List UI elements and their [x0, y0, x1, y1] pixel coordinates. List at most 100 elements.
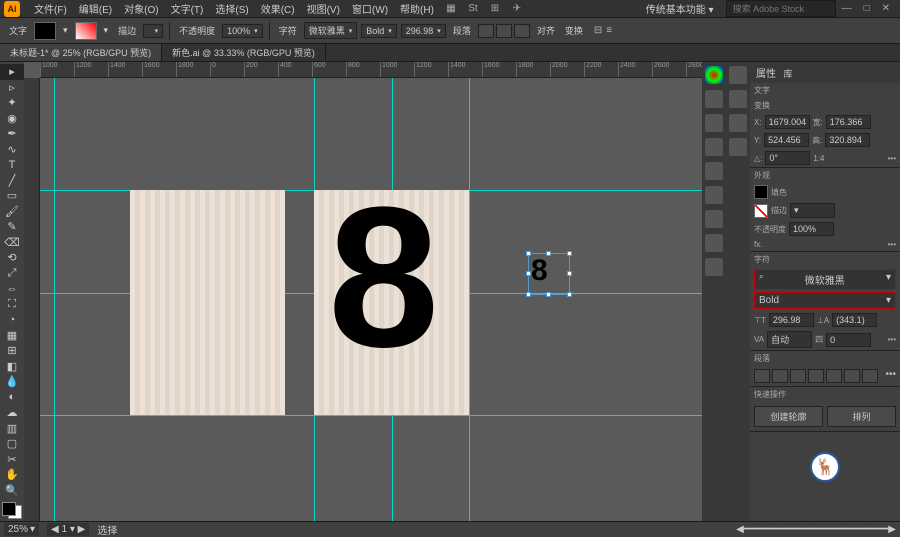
brushes-panel-icon[interactable]: [705, 114, 723, 132]
rect-tool[interactable]: ▭: [0, 188, 24, 204]
hand-tool[interactable]: ✋: [0, 467, 24, 483]
para-justify-center[interactable]: [826, 369, 842, 383]
menu-edit[interactable]: 编辑(E): [73, 1, 118, 16]
guide-v[interactable]: [469, 78, 470, 521]
gradient-tool[interactable]: ◧: [0, 359, 24, 375]
minimize-button[interactable]: —: [836, 3, 858, 14]
nav-dd[interactable]: ◀ 1 ▾ ▶: [47, 523, 89, 536]
artboards-icon[interactable]: [729, 138, 747, 156]
curvature-tool[interactable]: ∿: [0, 142, 24, 158]
menu-view[interactable]: 视图(V): [301, 1, 346, 16]
tracking-input[interactable]: 0: [826, 333, 871, 347]
x-input[interactable]: 1679.004: [765, 115, 810, 129]
wand-tool[interactable]: ✦: [0, 95, 24, 111]
leading-input[interactable]: (343.1): [832, 313, 877, 327]
direct-select-tool[interactable]: ▹: [0, 80, 24, 96]
para-align-right[interactable]: [790, 369, 806, 383]
color-panel-icon[interactable]: [705, 66, 723, 84]
para-align-left[interactable]: [754, 369, 770, 383]
shaper-tool[interactable]: ✎: [0, 219, 24, 235]
actions-icon[interactable]: [729, 90, 747, 108]
create-outlines-button[interactable]: 创建轮廓: [754, 406, 823, 427]
w-input[interactable]: 176.366: [826, 115, 871, 129]
guide-h[interactable]: [40, 415, 702, 416]
libraries-icon[interactable]: [729, 66, 747, 84]
zoom-dd[interactable]: 25%▾: [4, 523, 39, 536]
fill-color[interactable]: [754, 185, 768, 199]
mesh-tool[interactable]: ⊞: [0, 343, 24, 359]
para-justify-left[interactable]: [808, 369, 824, 383]
para-justify-all[interactable]: [862, 369, 878, 383]
blend-tool[interactable]: ◐: [0, 390, 24, 406]
opacity-input[interactable]: 100%: [789, 222, 834, 236]
fill-stroke-swatch[interactable]: [2, 502, 22, 519]
rotate-tool[interactable]: ⟲: [0, 250, 24, 266]
search-input[interactable]: 搜索 Adobe Stock: [726, 0, 836, 17]
fx-label[interactable]: fx.: [754, 240, 762, 249]
guide-v[interactable]: [54, 78, 55, 521]
graph-tool[interactable]: ▥: [0, 421, 24, 437]
stroke-color[interactable]: [754, 204, 768, 218]
stroke-swatch[interactable]: [75, 22, 97, 40]
scroll-track[interactable]: ◀━━━━━━━━━━━━━━━━━━━━━━━━▶: [736, 524, 896, 535]
scale-tool[interactable]: ⤢: [0, 266, 24, 282]
align-right-icon[interactable]: [514, 24, 530, 38]
ruler-vertical[interactable]: [24, 78, 40, 521]
line-tool[interactable]: ╱: [0, 173, 24, 189]
para-justify-right[interactable]: [844, 369, 860, 383]
canvas-area[interactable]: 1000120014001600180002004006008001000120…: [24, 62, 702, 521]
font-weight-dd[interactable]: Bold▾: [754, 292, 896, 309]
gradient-panel-icon[interactable]: [705, 186, 723, 204]
eraser-tool[interactable]: ⌫: [0, 235, 24, 251]
arrange-button[interactable]: 排列: [827, 406, 896, 427]
angle-input[interactable]: 0°: [765, 151, 810, 165]
perspective-tool[interactable]: ▦: [0, 328, 24, 344]
arrange-icon[interactable]: ⊞: [487, 1, 503, 17]
maximize-button[interactable]: □: [858, 3, 876, 14]
bridge-icon[interactable]: ▦: [443, 1, 459, 17]
y-input[interactable]: 524.456: [764, 133, 809, 147]
width-tool[interactable]: ⇔: [0, 281, 24, 297]
menu-effect[interactable]: 效果(C): [255, 1, 301, 16]
stroke-w-input[interactable]: ▾: [790, 203, 835, 218]
font-dd[interactable]: 微软雅黑: [304, 22, 358, 39]
menu-file[interactable]: 文件(F): [28, 1, 73, 16]
shape-builder-tool[interactable]: ◔: [0, 312, 24, 328]
opacity-dd[interactable]: 100%: [222, 24, 263, 38]
menu-object[interactable]: 对象(O): [118, 1, 164, 16]
artboard-tool[interactable]: ▢: [0, 436, 24, 452]
stroke-panel-icon[interactable]: [705, 162, 723, 180]
align-link[interactable]: 对齐: [534, 24, 558, 37]
menu-help[interactable]: 帮助(H): [394, 1, 440, 16]
swatches-panel-icon[interactable]: [705, 90, 723, 108]
menu-window[interactable]: 窗口(W): [346, 1, 394, 16]
symbol-tool[interactable]: ☁: [0, 405, 24, 421]
menu-type[interactable]: 文字(T): [165, 1, 210, 16]
tab-doc-1[interactable]: 未标题-1* @ 25% (RGB/GPU 预览): [0, 44, 162, 61]
send-icon[interactable]: ✈: [509, 1, 525, 17]
free-transform-tool[interactable]: ⛶: [0, 297, 24, 313]
text-object-large[interactable]: 8: [328, 178, 439, 378]
stroke-weight-dd[interactable]: [143, 24, 163, 38]
eyedropper-tool[interactable]: 💧: [0, 374, 24, 390]
brush-tool[interactable]: 🖌: [0, 204, 24, 220]
kerning-input[interactable]: 自动: [767, 331, 812, 348]
menu-select[interactable]: 选择(S): [209, 1, 254, 16]
pen-tool[interactable]: ✒: [0, 126, 24, 142]
slice-tool[interactable]: ✂: [0, 452, 24, 468]
font-family-dd[interactable]: ⌕微软雅黑▾: [754, 269, 896, 290]
para-link[interactable]: 段落: [450, 24, 474, 37]
tab-doc-2[interactable]: 新色.ai @ 33.33% (RGB/GPU 预览): [162, 44, 326, 61]
panel-menu-icon[interactable]: ≡: [606, 25, 612, 36]
transform-link[interactable]: 变换: [562, 24, 586, 37]
symbols-panel-icon[interactable]: [705, 138, 723, 156]
align-center-icon[interactable]: [496, 24, 512, 38]
type-tool[interactable]: T: [0, 157, 24, 173]
selection-bounds[interactable]: [528, 253, 570, 295]
lasso-tool[interactable]: ◉: [0, 111, 24, 127]
ruler-horizontal[interactable]: 1000120014001600180002004006008001000120…: [40, 62, 702, 78]
appearance-panel-icon[interactable]: [705, 234, 723, 252]
h-input[interactable]: 320.894: [825, 133, 870, 147]
para-align-center[interactable]: [772, 369, 788, 383]
stock-icon[interactable]: St: [465, 1, 481, 17]
